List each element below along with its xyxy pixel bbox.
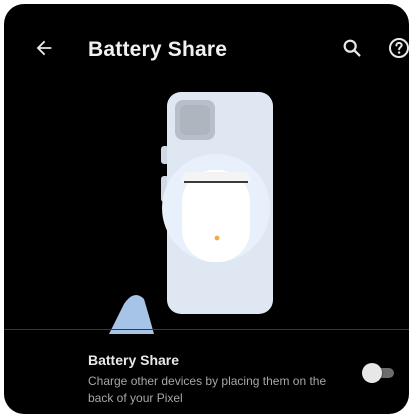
setting-summary: Charge other devices by placing them on … [88,374,327,405]
app-bar: Battery Share [4,4,409,96]
battery-share-illustration [4,84,409,334]
divider [4,329,409,330]
search-button[interactable] [334,32,370,68]
page-title: Battery Share [88,38,228,61]
help-button[interactable] [381,32,409,68]
back-button[interactable] [26,32,62,68]
earbuds-case [182,170,250,262]
toggle-thumb [362,363,382,383]
help-icon [387,36,409,65]
screen: Battery Share Battery Share Charge other… [4,4,409,414]
search-icon [341,37,363,64]
battery-share-setting-row[interactable]: Battery Share Charge other devices by pl… [4,334,409,414]
setting-title: Battery Share [88,352,180,368]
arrow-back-icon [33,37,55,64]
battery-share-toggle[interactable] [362,363,396,383]
